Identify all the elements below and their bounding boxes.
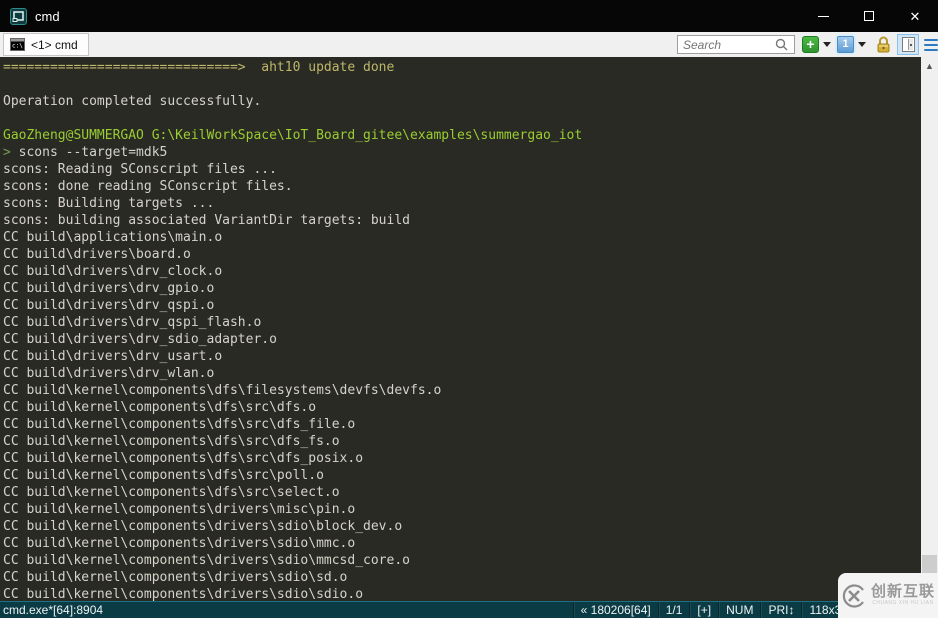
main-menu-button[interactable] (924, 38, 938, 51)
terminal-line: CC build\drivers\board.o (3, 247, 191, 262)
console-list-dropdown-icon[interactable] (858, 42, 866, 47)
terminal-line: CC build\kernel\components\dfs\filesyste… (3, 383, 442, 398)
terminal-line: ==============================> aht10 up… (3, 60, 395, 75)
terminal-line: CC build\kernel\components\drivers\sdio\… (3, 570, 348, 585)
status-process-info: cmd.exe*[64]:8904 (3, 603, 104, 617)
terminal-area[interactable]: ==============================> aht10 up… (0, 57, 938, 601)
terminal-line: CC build\kernel\components\dfs\src\selec… (3, 485, 340, 500)
watermark-subtitle: CHUANG XIN HU LIAN (872, 600, 934, 606)
conemu-window: cmd ✕ c:\ <1> cmd + 1 (0, 0, 938, 618)
terminal-line: CC build\kernel\components\drivers\sdio\… (3, 553, 410, 568)
tabbar: c:\ <1> cmd + 1 (0, 32, 938, 57)
terminal-line: CC build\drivers\drv_gpio.o (3, 281, 215, 296)
terminal-line: scons: done reading SConscript files. (3, 179, 293, 194)
watermark-title: 创新互联 (870, 583, 935, 600)
terminal-line: CC build\applications\main.o (3, 230, 223, 245)
minimize-button[interactable] (800, 0, 846, 32)
watermark-logo-icon (842, 583, 864, 608)
close-button[interactable]: ✕ (892, 0, 938, 32)
tab-cmd[interactable]: c:\ <1> cmd (3, 33, 89, 56)
terminal-line: CC build\drivers\drv_usart.o (3, 349, 223, 364)
terminal-line: CC build\kernel\components\dfs\src\poll.… (3, 468, 324, 483)
terminal-line: CC build\drivers\drv_clock.o (3, 264, 223, 279)
terminal-scrollbar[interactable]: ▲ ▼ (921, 57, 938, 601)
svg-text:c:\: c:\ (12, 43, 23, 50)
statusbar: cmd.exe*[64]:8904 « 180206[64] 1/1 [+] NUM P… (0, 601, 938, 618)
terminal-line: CC build\kernel\components\dfs\src\dfs_f… (3, 434, 340, 449)
close-icon: ✕ (909, 8, 921, 24)
terminal-line: > scons --target=mdk5 (3, 145, 168, 160)
terminal-line: CC build\drivers\drv_wlan.o (3, 366, 215, 381)
maximize-button[interactable] (846, 0, 892, 32)
status-segment: NUM (718, 602, 760, 618)
search-icon[interactable] (775, 38, 788, 51)
status-segment: PRI↕ (760, 602, 801, 618)
maximize-icon (864, 11, 874, 21)
terminal-line: CC build\kernel\components\drivers\misc\… (3, 502, 356, 517)
panel-toggle-button[interactable] (897, 34, 919, 55)
terminal-output: ==============================> aht10 up… (0, 57, 938, 601)
search-box (677, 35, 795, 54)
lock-icon[interactable] (876, 36, 891, 53)
status-segment: 1/1 (657, 602, 690, 618)
terminal-line: CC build\drivers\drv_sdio_adapter.o (3, 332, 277, 347)
terminal-line: Operation completed successfully. (3, 94, 262, 109)
status-segment: [+] (689, 602, 718, 618)
terminal-line: CC build\kernel\components\drivers\sdio\… (3, 587, 364, 601)
conemu-app-icon (10, 7, 27, 25)
terminal-line: scons: Building targets ... (3, 196, 215, 211)
terminal-line: CC build\kernel\components\drivers\sdio\… (3, 519, 403, 534)
terminal-line: CC build\kernel\components\dfs\src\dfs_f… (3, 417, 356, 432)
terminal-line: CC build\kernel\components\dfs\src\dfs.o (3, 400, 317, 415)
status-segment: « 180206[64] (572, 602, 658, 618)
tab-label: <1> cmd (31, 37, 78, 52)
titlebar: cmd ✕ (0, 0, 938, 32)
terminal-line: CC build\drivers\drv_qspi_flash.o (3, 315, 262, 330)
window-title: cmd (35, 8, 60, 24)
cmd-icon: c:\ (10, 38, 25, 51)
terminal-line: CC build\kernel\components\dfs\src\dfs_p… (3, 451, 364, 466)
search-input[interactable] (683, 37, 775, 52)
panel-icon (901, 37, 915, 52)
terminal-line: CC build\drivers\drv_qspi.o (3, 298, 215, 313)
terminal-line: scons: building associated VariantDir ta… (3, 213, 410, 228)
new-console-button[interactable]: + (802, 36, 819, 53)
minimize-icon (817, 15, 829, 17)
terminal-line: scons: Reading SConscript files ... (3, 162, 277, 177)
scrollbar-thumb[interactable] (922, 555, 937, 574)
scroll-up-icon[interactable]: ▲ (921, 57, 938, 74)
active-console-button[interactable]: 1 (837, 36, 854, 53)
watermark: 创新互联 CHUANG XIN HU LIAN (838, 573, 938, 618)
hamburger-icon (924, 38, 938, 41)
terminal-line: GaoZheng@SUMMERGAO G:\KeilWorkSpace\IoT_… (3, 128, 583, 143)
terminal-line: CC build\kernel\components\drivers\sdio\… (3, 536, 356, 551)
new-console-dropdown-icon[interactable] (823, 42, 831, 47)
